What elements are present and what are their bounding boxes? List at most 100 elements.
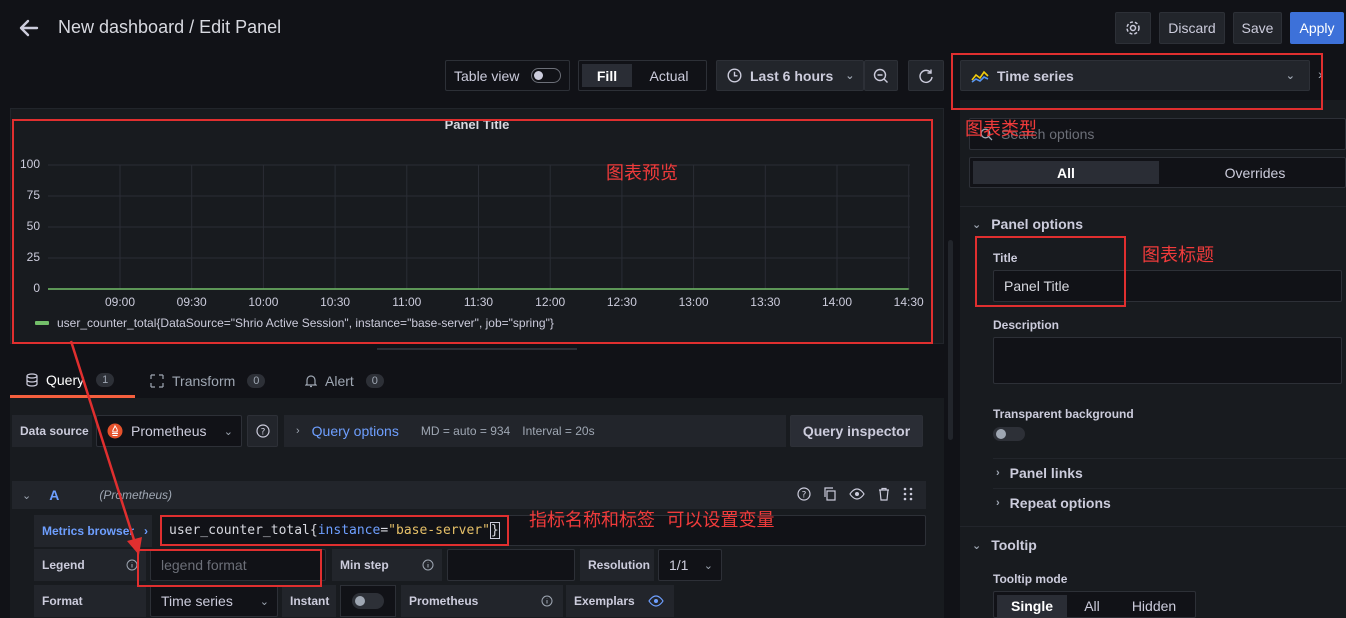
chevron-right-icon: › (996, 497, 1000, 509)
help-icon[interactable]: ? (797, 487, 811, 501)
min-step-input[interactable] (447, 549, 575, 581)
eye-icon[interactable] (849, 487, 865, 501)
page-title: New dashboard / Edit Panel (58, 17, 282, 37)
prometheus-type-label: Prometheus (401, 585, 563, 617)
tooltip-label: Tooltip (991, 537, 1037, 553)
annotation-chart-title: 图表标题 (1142, 245, 1214, 266)
chevron-down-icon: ⌄ (972, 539, 982, 552)
table-view-toggle[interactable]: Table view (445, 60, 570, 91)
refresh-button[interactable] (908, 60, 944, 91)
svg-text:?: ? (802, 491, 807, 501)
query-inspector-button[interactable]: Query inspector (790, 415, 923, 447)
exemplars-text: Exemplars (574, 594, 635, 608)
query-row-letter: A (49, 487, 60, 503)
exemplars-label[interactable]: Exemplars (566, 585, 674, 617)
toggle-switch[interactable] (531, 68, 562, 83)
copy-icon[interactable] (823, 487, 837, 501)
legend-field-text: Legend (42, 558, 85, 572)
chevron-right-icon: › (144, 524, 149, 538)
instant-toggle[interactable] (340, 585, 396, 617)
divider (960, 206, 1346, 207)
format-value: Time series (161, 593, 233, 609)
tab-transform[interactable]: Transform 0 (150, 364, 266, 398)
tab-transform-count: 0 (247, 374, 266, 388)
panel-links-label: Panel links (1009, 465, 1083, 481)
metrics-browser-button[interactable]: Metrics browser › (34, 515, 152, 547)
settings-button[interactable] (1115, 12, 1151, 44)
data-source-select[interactable]: Prometheus ⌄ (96, 415, 242, 447)
max-data-points-text: MD = auto = 934 (420, 424, 511, 438)
tab-query-label: Query (46, 371, 85, 388)
tab-alert[interactable]: Alert 0 (305, 364, 384, 398)
legend-field-label: Legend (34, 549, 146, 581)
panel-options-header[interactable]: ⌄ Panel options (972, 216, 1083, 232)
repeat-options-header[interactable]: › Repeat options (996, 495, 1111, 511)
discard-button[interactable]: Discard (1159, 12, 1225, 44)
query-row-actions: ? (797, 487, 913, 501)
tooltip-mode-single[interactable]: Single (997, 595, 1067, 617)
options-tab-overrides[interactable]: Overrides (1162, 161, 1346, 184)
drag-handle-icon[interactable] (903, 487, 913, 501)
resolution-select[interactable]: 1/1 ⌄ (658, 549, 722, 581)
tooltip-mode-label: Tooltip mode (993, 572, 1068, 586)
description-textarea[interactable] (993, 337, 1342, 384)
chevron-down-icon[interactable]: ⌄ (22, 489, 31, 502)
prometheus-type-text: Prometheus (409, 594, 479, 608)
trash-icon[interactable] (877, 487, 891, 501)
chevron-down-icon: ⌄ (223, 425, 233, 438)
fill-button[interactable]: Fill (582, 64, 632, 87)
query-row-header[interactable]: ⌄ A (Prometheus) (12, 481, 926, 509)
time-range-label: Last 6 hours (750, 67, 834, 84)
tab-alert-count: 0 (365, 374, 384, 388)
zoom-out-button[interactable] (864, 60, 898, 91)
resize-handle[interactable] (377, 348, 577, 350)
table-view-label: Table view (454, 67, 520, 84)
tab-alert-label: Alert (325, 373, 354, 389)
back-arrow-icon[interactable] (14, 14, 42, 42)
format-select[interactable]: Time series ⌄ (150, 585, 278, 617)
metrics-browser-label: Metrics browser (42, 524, 135, 538)
data-source-value: Prometheus (131, 423, 207, 439)
tab-query[interactable]: Query 1 (10, 364, 135, 398)
panel-links-header[interactable]: › Panel links (996, 465, 1083, 481)
chevron-down-icon: ⌄ (845, 70, 855, 82)
tooltip-header[interactable]: ⌄ Tooltip (972, 537, 1037, 553)
options-tab-all[interactable]: All (973, 161, 1159, 184)
bell-icon (305, 374, 317, 388)
chevron-down-icon: ⌄ (972, 218, 982, 231)
zoom-out-icon (873, 68, 889, 84)
chevron-right-icon: › (296, 425, 300, 437)
query-options-bar[interactable]: › Query options MD = auto = 934 Interval… (284, 415, 786, 447)
time-range-picker[interactable]: Last 6 hours ⌄ (716, 60, 864, 91)
annotation-box-metric (160, 515, 509, 546)
info-icon (541, 595, 553, 607)
interval-text: Interval = 20s (522, 424, 595, 438)
actual-button[interactable]: Actual (636, 64, 702, 87)
chevron-down-icon: ⌄ (703, 559, 713, 572)
tab-query-count: 1 (96, 372, 115, 387)
annotation-box-chart-preview (12, 119, 933, 344)
instant-label: Instant (282, 585, 336, 617)
tooltip-mode-hidden[interactable]: Hidden (1116, 595, 1192, 617)
transparent-bg-toggle[interactable] (993, 427, 1025, 441)
tab-transform-label: Transform (172, 373, 236, 389)
panel-options-label: Panel options (991, 216, 1084, 232)
question-circle-icon: ? (255, 424, 270, 438)
clock-icon (727, 68, 742, 83)
apply-button[interactable]: Apply (1290, 12, 1344, 44)
database-icon (26, 372, 38, 387)
divider (960, 526, 1346, 527)
tooltip-mode-all[interactable]: All (1070, 595, 1114, 617)
vertical-scrollbar[interactable] (948, 240, 953, 440)
resolution-label: Resolution (580, 549, 654, 581)
data-source-label: Data source (12, 415, 92, 447)
annotation-box-chart-type (951, 53, 1323, 110)
description-field-label: Description (993, 318, 1060, 332)
save-button[interactable]: Save (1233, 12, 1282, 44)
data-source-help-button[interactable]: ? (247, 415, 278, 447)
resolution-value: 1/1 (669, 557, 689, 573)
chevron-down-icon: ⌄ (259, 595, 269, 608)
format-label: Format (34, 585, 146, 617)
info-icon (422, 559, 434, 571)
chevron-right-icon: › (996, 467, 1000, 479)
